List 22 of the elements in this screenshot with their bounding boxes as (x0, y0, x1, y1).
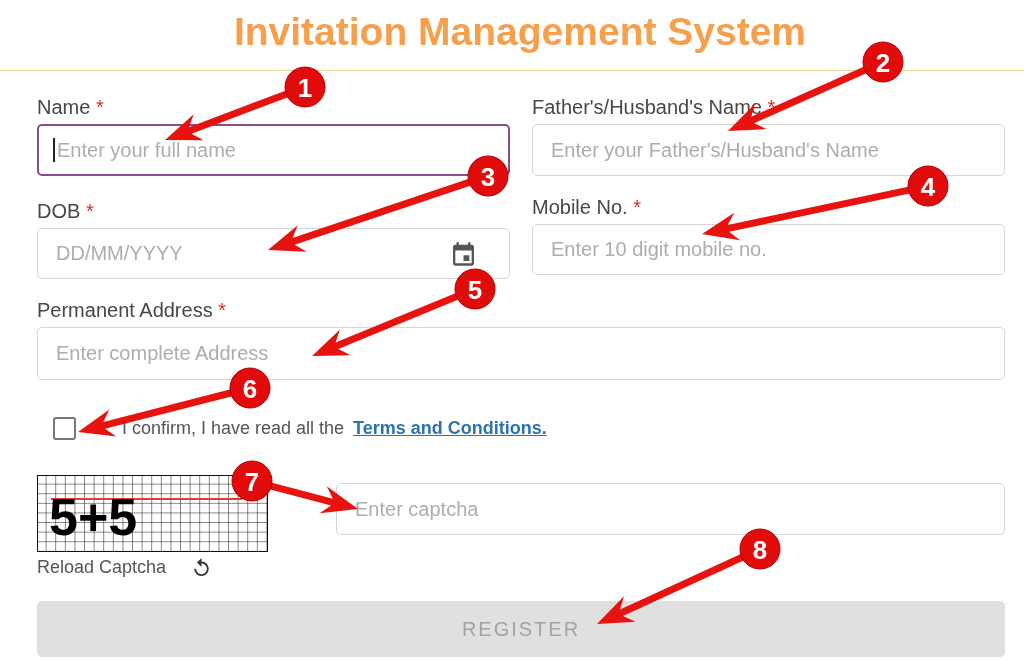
field-label: Mobile No. * (532, 195, 641, 220)
text-cursor (53, 138, 55, 162)
page-title: Invitation Management System (232, 11, 807, 55)
step-number-badge: 7 (231, 460, 273, 502)
field-label: Name * (37, 95, 104, 120)
reload-icon[interactable] (194, 558, 210, 576)
step-number-badge: 6 (229, 367, 271, 409)
captcha-text: 5+5 (49, 489, 138, 545)
step-number-badge: 8 (739, 528, 781, 570)
checkbox[interactable] (53, 416, 76, 440)
step-number-badge: 1 (284, 66, 326, 108)
date-field[interactable]: DD/MM/YYYY (37, 228, 510, 279)
step-number-badge: 3 (467, 155, 509, 197)
field-label: Permanent Address * (37, 298, 226, 323)
reload-captcha-label[interactable]: Reload Captcha (37, 553, 167, 581)
step-number-badge: 2 (862, 41, 904, 83)
terms-link[interactable]: Terms and Conditions. (353, 414, 547, 442)
step-number-badge: 5 (454, 268, 496, 310)
step-number-badge: 4 (907, 165, 949, 207)
captcha-field[interactable]: Enter captcha (336, 483, 1005, 535)
calendar-icon[interactable] (453, 241, 474, 266)
field-label: DOB * (37, 199, 94, 224)
